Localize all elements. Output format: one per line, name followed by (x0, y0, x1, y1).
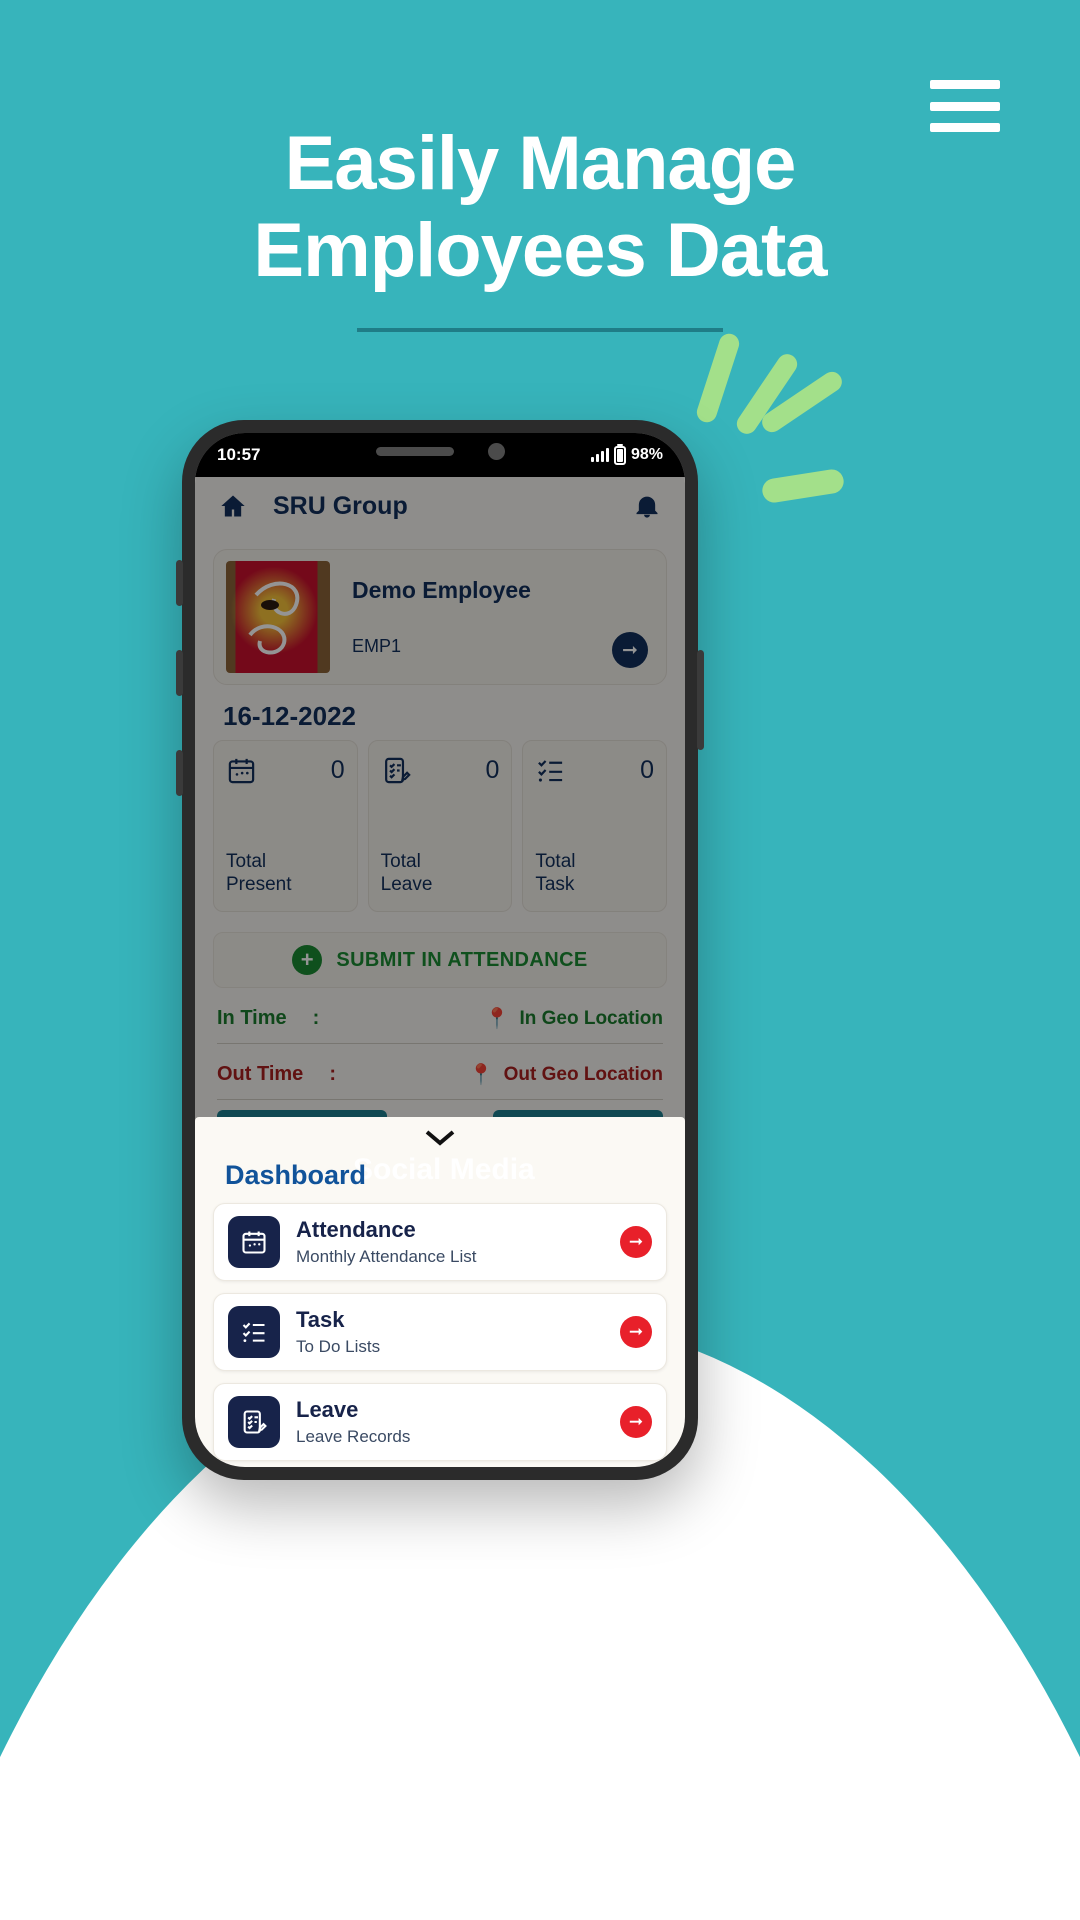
battery-percent: 98% (630, 446, 663, 463)
menu-item-subtitle: Leave Records (296, 1427, 411, 1446)
chevron-down-icon (425, 1130, 455, 1146)
status-bar-left: 10:57 (217, 445, 260, 465)
phone-mockup: SRU Group Demo Employee EMP1 ➞ 16-12-202… (176, 420, 704, 1480)
menu-item-attendance[interactable]: Attendance Monthly Attendance List ➞ (213, 1203, 667, 1281)
earpiece-speaker (375, 446, 454, 456)
menu-item-subtitle: Monthly Attendance List (296, 1247, 477, 1266)
front-camera (487, 442, 505, 460)
arrow-right-icon[interactable]: ➞ (620, 1316, 652, 1348)
signal-bars-icon (590, 448, 609, 462)
phone-power-button (697, 650, 704, 750)
phone-screen: SRU Group Demo Employee EMP1 ➞ 16-12-202… (195, 433, 685, 1467)
menu-icon-wrap (228, 1216, 280, 1268)
menu-item-leave[interactable]: Leave Leave Records ➞ (213, 1383, 667, 1461)
battery-icon (613, 445, 626, 465)
status-bar-right: 98% (590, 445, 663, 465)
menu-item-task[interactable]: Task To Do Lists ➞ (213, 1293, 667, 1371)
phone-notch (322, 433, 558, 469)
checklist-icon (242, 1322, 265, 1343)
menu-item-text: Attendance Monthly Attendance List (296, 1217, 620, 1267)
menu-icon-wrap (228, 1306, 280, 1358)
sheet-header: Dashboard Social Media (213, 1147, 667, 1203)
collapse-sheet-button[interactable] (213, 1117, 667, 1147)
headline-line-1: Easily Manage (284, 121, 797, 206)
sheet-ghost-title: Social Media (353, 1153, 535, 1186)
menu-item-subtitle: To Do Lists (296, 1337, 381, 1356)
status-time: 10:57 (217, 445, 261, 464)
menu-item-title: Leave (296, 1397, 359, 1422)
headline-underline (357, 328, 723, 332)
hamburger-bar (930, 80, 1000, 89)
dashboard-bottom-sheet: Dashboard Social Media Attendance Monthl… (195, 1117, 685, 1467)
sheet-title: Dashboard (225, 1159, 367, 1190)
menu-icon-wrap (228, 1396, 280, 1448)
leave-form-icon (243, 1410, 267, 1434)
promo-headline: Easily Manage Employees Data (0, 120, 1080, 295)
menu-item-title: Attendance (296, 1217, 416, 1242)
menu-item-text: Leave Leave Records (296, 1397, 620, 1447)
hamburger-bar (930, 101, 1000, 111)
headline-line-2: Employees Data (253, 208, 827, 294)
arrow-right-icon[interactable]: ➞ (620, 1226, 652, 1258)
calendar-icon (242, 1231, 266, 1254)
arrow-right-icon[interactable]: ➞ (620, 1406, 652, 1438)
menu-item-text: Task To Do Lists (296, 1307, 620, 1357)
menu-item-title: Task (296, 1307, 345, 1332)
